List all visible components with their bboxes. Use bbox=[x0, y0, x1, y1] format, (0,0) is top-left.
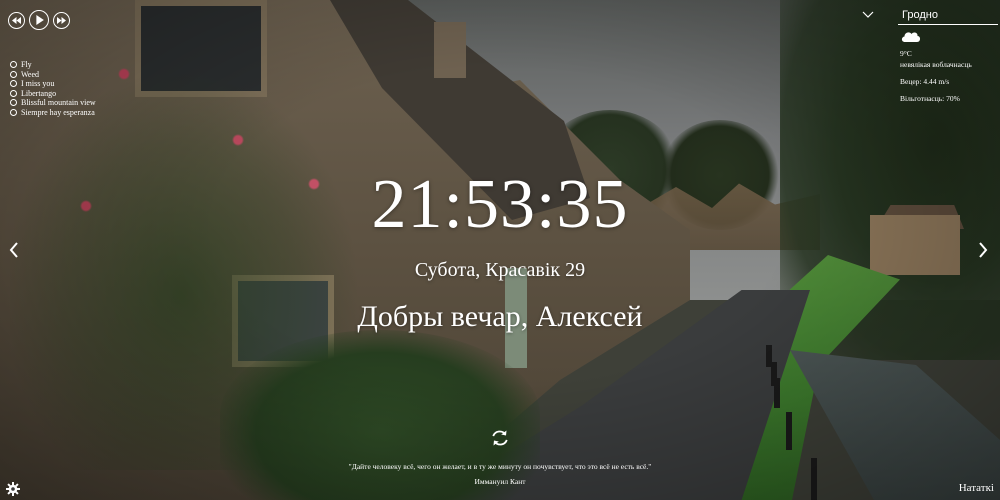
humidity: Вільготнасць: 70% bbox=[900, 94, 960, 103]
quote-text: "Дайте человеку всё, чего он желает, и в… bbox=[348, 462, 652, 471]
gear-icon[interactable] bbox=[6, 482, 20, 496]
track-dot-icon bbox=[10, 80, 17, 88]
chevron-down-icon[interactable] bbox=[862, 11, 874, 19]
play-button[interactable] bbox=[29, 10, 49, 30]
notes-button[interactable]: Нататкі bbox=[959, 482, 994, 494]
playlist: Fly Weed I miss you Libertango Blissful … bbox=[10, 60, 96, 117]
weather-description: невялікая воблачнасць bbox=[900, 60, 972, 69]
cloud-icon bbox=[900, 29, 998, 46]
playlist-item[interactable]: Weed bbox=[10, 70, 96, 80]
clock: 21:53:35 bbox=[371, 166, 629, 243]
playlist-item[interactable]: I miss you bbox=[10, 79, 96, 89]
date-label: Субота, Красавік 29 bbox=[414, 259, 586, 281]
playlist-item[interactable]: Blissful mountain view bbox=[10, 98, 96, 108]
audio-player-controls bbox=[8, 10, 70, 30]
greeting: Добры вечар, Алексей bbox=[357, 300, 643, 333]
track-dot-icon bbox=[10, 61, 17, 69]
playlist-item[interactable]: Libertango bbox=[10, 89, 96, 99]
track-dot-icon bbox=[10, 89, 17, 97]
track-dot-icon bbox=[10, 108, 17, 116]
temperature: 9°C bbox=[900, 49, 912, 58]
play-icon bbox=[35, 15, 44, 25]
quote-author: Иммануил Кант bbox=[474, 477, 526, 486]
skip-forward-icon bbox=[57, 16, 66, 24]
skip-back-icon bbox=[12, 16, 21, 24]
wind-speed: Вецер: 4.44 m/s bbox=[900, 77, 950, 86]
track-dot-icon bbox=[10, 99, 17, 107]
playlist-item[interactable]: Siempre hay esperanza bbox=[10, 108, 96, 118]
city-input[interactable]: Гродно bbox=[898, 8, 998, 25]
next-track-button[interactable] bbox=[53, 11, 70, 29]
track-dot-icon bbox=[10, 70, 17, 78]
previous-track-button[interactable] bbox=[8, 11, 25, 29]
weather-widget: Гродно 9°C невялікая воблачнасць Вецер: … bbox=[898, 8, 998, 104]
refresh-quote-icon[interactable] bbox=[490, 428, 510, 448]
background-photo bbox=[0, 0, 1000, 500]
playlist-item[interactable]: Fly bbox=[10, 60, 96, 70]
